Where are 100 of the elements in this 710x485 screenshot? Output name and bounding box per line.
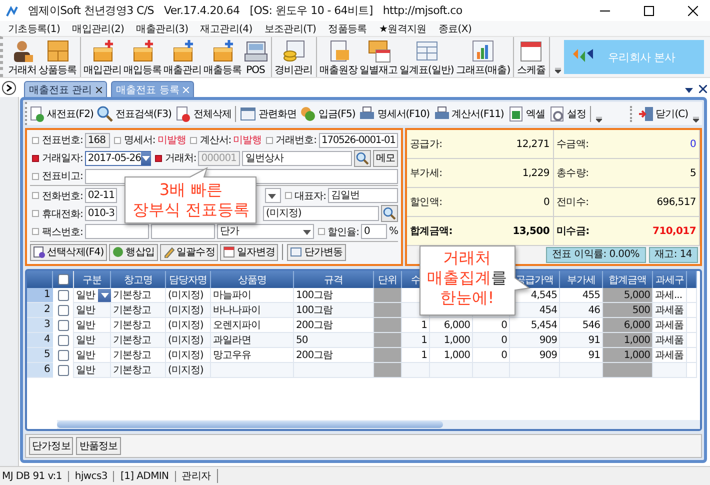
tab-button[interactable]: 반품정보 xyxy=(76,437,121,455)
toolbar-button[interactable]: 매출등록 xyxy=(202,37,242,77)
search-button[interactable] xyxy=(381,205,398,222)
dropdown-button[interactable] xyxy=(682,87,696,93)
checkbox[interactable] xyxy=(58,350,68,361)
overflow-button[interactable] xyxy=(690,117,702,123)
toolbar-button[interactable]: 전체삭제 xyxy=(173,106,234,122)
toolbar-button[interactable]: 스케쥴 xyxy=(516,37,547,77)
summary-value: 13,500 xyxy=(512,226,550,236)
date-field[interactable]: 2017-05-26 xyxy=(84,150,151,166)
toolbar-button[interactable]: POS xyxy=(242,37,268,77)
column-header[interactable]: 합계금액 xyxy=(603,271,653,288)
column-header[interactable]: 과세구 xyxy=(653,271,687,288)
input-field[interactable] xyxy=(150,224,215,240)
column-header[interactable]: 창고명 xyxy=(111,271,166,288)
input-field[interactable]: 0 xyxy=(360,224,387,240)
menu-item[interactable]: ★원격지원 xyxy=(372,22,432,36)
toolbar-button[interactable]: 일계표(일반) xyxy=(398,37,455,77)
column-header[interactable]: 규격 xyxy=(294,271,374,288)
checkbox[interactable] xyxy=(58,335,68,346)
toolbar-button[interactable]: 전표검색(F3) xyxy=(95,106,174,122)
field-label: 대표자: xyxy=(294,190,326,203)
search-button[interactable] xyxy=(354,150,371,167)
status-text: hjwcs3 xyxy=(68,470,114,482)
menu-item[interactable]: 매입관리(2) xyxy=(66,22,130,36)
table-cell xyxy=(687,348,697,363)
close-button[interactable]: 닫기(C) xyxy=(630,106,690,122)
column-header[interactable]: 부가세 xyxy=(560,271,603,288)
toolbar-button[interactable]: 계산서(F11) xyxy=(432,106,506,122)
input-field[interactable]: 02-11 xyxy=(84,188,117,204)
checkbox[interactable] xyxy=(58,274,68,285)
menu-item[interactable]: 종료(X) xyxy=(432,22,478,36)
toolbar-button[interactable]: 입금(F5) xyxy=(298,106,358,122)
input-field[interactable]: 168 xyxy=(84,132,110,148)
toolbar-button[interactable]: 경비관리 xyxy=(274,37,314,77)
table-cell: 455 xyxy=(560,288,603,303)
checkbox[interactable] xyxy=(58,320,68,331)
action-button[interactable]: 일자변경 xyxy=(220,244,278,261)
menu-item[interactable]: 기초등록(1) xyxy=(2,22,66,36)
status-text: 미발행 xyxy=(233,134,262,148)
close-icon xyxy=(688,6,698,16)
action-button[interactable]: 일괄수정 xyxy=(160,244,218,261)
toolbar-button[interactable]: 명세서(F10) xyxy=(357,106,432,122)
action-button[interactable]: 선택삭제(F4) xyxy=(30,244,107,261)
column-header[interactable]: 단위 xyxy=(374,271,402,288)
input-field[interactable]: 김일번 xyxy=(328,188,398,204)
toolbar-button[interactable]: 그래프(매출) xyxy=(454,37,512,77)
toolbar-button[interactable]: 거래처 xyxy=(7,37,38,77)
table-cell: 기본창고 xyxy=(111,288,166,303)
callout-text: 거래처 xyxy=(443,248,491,268)
tab[interactable]: 매출전표 관리 xyxy=(24,81,108,97)
tab-button[interactable]: 단가정보 xyxy=(29,437,74,455)
toolbar-button[interactable]: 매출원장 xyxy=(318,37,358,77)
input-field[interactable] xyxy=(84,224,149,240)
scrollbar[interactable] xyxy=(57,420,700,429)
box-plus-icon xyxy=(90,39,114,63)
select-field[interactable]: 단가 xyxy=(216,224,314,240)
toolbar-button[interactable]: 관련화면 xyxy=(238,106,298,122)
memo-button[interactable]: 메모 xyxy=(372,150,398,167)
row-number: 5 xyxy=(27,348,53,363)
input-field[interactable]: (미지정) xyxy=(263,206,379,222)
summary-label: 합계금액: xyxy=(410,225,452,238)
action-button[interactable]: 행삽입 xyxy=(108,244,158,261)
input-field[interactable]: 170526-0001-01 xyxy=(318,132,398,148)
select-field[interactable]: 일반 xyxy=(74,288,111,303)
table-cell: 기본창고 xyxy=(111,363,166,378)
toolbar-button[interactable]: 엑셀 xyxy=(506,106,547,122)
menu-item[interactable]: 정품등록 xyxy=(322,22,373,36)
toolbar-button[interactable]: 상품등록 xyxy=(38,37,78,77)
toolbar-button[interactable]: 매입관리 xyxy=(82,37,122,77)
menu-item[interactable]: 재고관리(4) xyxy=(194,22,258,36)
row-number: 1 xyxy=(27,288,53,303)
input-field[interactable]: 010-3 xyxy=(84,206,117,222)
toolbar-button[interactable]: 매출관리 xyxy=(162,37,202,77)
spreadsheet-icon xyxy=(508,106,524,122)
column-header[interactable]: 구분 xyxy=(74,271,111,288)
table-icon xyxy=(290,246,302,258)
close-button[interactable] xyxy=(696,85,710,93)
toolbar-button[interactable]: 설정 xyxy=(546,106,588,122)
table-cell: 6,000 xyxy=(603,318,653,333)
menu-item[interactable]: 매출관리(3) xyxy=(130,22,194,36)
expand-button[interactable] xyxy=(2,81,16,95)
action-button[interactable]: 단가변동 xyxy=(287,244,346,261)
caret-icon xyxy=(142,155,150,162)
menu-item[interactable]: 보조관리(T) xyxy=(258,22,322,36)
checkbox[interactable] xyxy=(58,365,68,376)
checkbox[interactable] xyxy=(58,290,68,301)
column-header[interactable]: 담당자명 xyxy=(166,271,211,288)
table-cell: 1,000 xyxy=(430,333,473,348)
dropdown-button[interactable] xyxy=(141,152,151,165)
table-cell: 0 xyxy=(473,333,510,348)
select-field[interactable] xyxy=(264,188,281,204)
dropdown-button[interactable] xyxy=(98,288,111,302)
table-cell xyxy=(603,363,653,378)
toolbar-button[interactable]: 새전표(F2) xyxy=(27,106,96,122)
toolbar-button[interactable]: 매입등록 xyxy=(122,37,162,77)
checkbox[interactable] xyxy=(58,305,68,316)
column-header[interactable]: 상품명 xyxy=(211,271,294,288)
input-field[interactable]: 일번상사 xyxy=(242,150,352,166)
toolbar-button[interactable]: 일별재고 xyxy=(358,37,398,77)
